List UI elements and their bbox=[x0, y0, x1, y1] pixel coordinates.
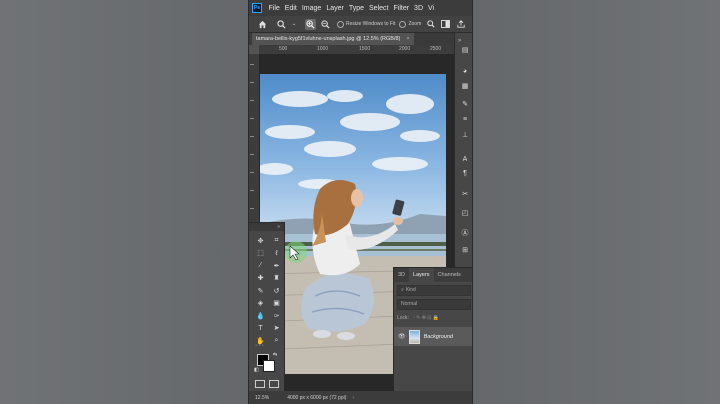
menu-filter[interactable]: Filter bbox=[391, 5, 412, 12]
menu-file[interactable]: File bbox=[266, 5, 282, 12]
path-selection-icon[interactable]: ➤ bbox=[270, 323, 283, 335]
lasso-tool-icon[interactable]: ℓ bbox=[270, 248, 283, 260]
eye-icon[interactable]: 👁 bbox=[398, 333, 406, 340]
close-icon[interactable]: × bbox=[406, 36, 409, 42]
glyphs-icon[interactable]: Ⓐ bbox=[460, 228, 470, 238]
ruler-tick-label: 500 bbox=[279, 46, 288, 52]
swatches-icon[interactable]: ▦ bbox=[460, 81, 470, 91]
menu-image[interactable]: Image bbox=[299, 5, 323, 12]
document-tab-title: tamara-bellis-kyg5f1vluhne-unsplash.jpg … bbox=[256, 36, 401, 42]
photoshop-logo-icon: Ps bbox=[252, 3, 262, 13]
menu-view[interactable]: Vi bbox=[426, 5, 437, 12]
history-icon[interactable]: ▤ bbox=[460, 45, 470, 55]
status-bar: 12.5% 4000 px x 6000 px (72 ppi) › bbox=[249, 391, 472, 404]
background-color-swatch[interactable] bbox=[263, 360, 275, 372]
blend-mode-row: Normal bbox=[397, 298, 471, 310]
brush-settings-icon[interactable]: ✎ bbox=[460, 99, 470, 109]
menu-bar: Ps File Edit Image Layer Type Select Fil… bbox=[249, 0, 472, 16]
menu-3d[interactable]: 3D bbox=[412, 5, 426, 12]
swap-colors-icon[interactable]: ⇆ bbox=[273, 352, 277, 358]
layer-thumbnail bbox=[408, 329, 420, 344]
ruler-tick-label: 2500 bbox=[430, 46, 442, 52]
options-bar: ⌄ Resize Windows to Fit Zoom bbox=[249, 16, 472, 33]
zoom-in-icon[interactable] bbox=[305, 18, 316, 30]
lock-icons[interactable]: ▫ ✎ ✥ ⊡ 🔒 bbox=[413, 315, 439, 321]
tab-layers[interactable]: Layers bbox=[409, 268, 434, 282]
layers-panel: 3D Layers Channels ⌕ Kind Normal Lock: ▫… bbox=[393, 267, 472, 391]
history-brush-icon[interactable]: ↺ bbox=[270, 285, 283, 297]
eraser-tool-icon[interactable]: ◈ bbox=[254, 298, 267, 310]
zoom-all-checkbox[interactable] bbox=[399, 20, 407, 28]
ruler-tick-label: 2000 bbox=[399, 46, 411, 52]
share-icon[interactable] bbox=[455, 19, 466, 30]
resize-windows-label: Resize Windows to Fit bbox=[346, 21, 396, 27]
chevron-right-icon[interactable]: › bbox=[352, 395, 354, 401]
tools-panel-header: » bbox=[249, 223, 284, 231]
layer-filter-kind: Kind bbox=[405, 287, 416, 293]
layer-row[interactable]: 👁 Background bbox=[394, 327, 472, 346]
search-icon[interactable] bbox=[425, 19, 436, 30]
zoom-all-label: Zoom bbox=[408, 21, 422, 27]
lock-row: Lock: ▫ ✎ ✥ ⊡ 🔒 bbox=[397, 312, 471, 324]
quick-mask-icon[interactable] bbox=[255, 380, 265, 388]
tab-channels[interactable]: Channels bbox=[434, 268, 465, 282]
adjustments-icon[interactable]: ≡ bbox=[460, 114, 470, 124]
document-tab-row: tamara-bellis-kyg5f1vluhne-unsplash.jpg … bbox=[249, 33, 472, 45]
blur-tool-icon[interactable]: 💧 bbox=[254, 310, 267, 322]
layer-name: Background bbox=[423, 333, 453, 340]
workspace-icon[interactable] bbox=[440, 19, 451, 30]
layer-filter-row: ⌕ Kind bbox=[397, 284, 471, 296]
home-icon[interactable] bbox=[257, 19, 268, 30]
menu-type[interactable]: Type bbox=[346, 5, 366, 12]
screen-mode-icon[interactable] bbox=[269, 380, 279, 388]
tools-icon[interactable]: ✂ bbox=[460, 189, 470, 199]
pen-tool-icon[interactable]: ✑ bbox=[270, 310, 283, 322]
document-tab[interactable]: tamara-bellis-kyg5f1vluhne-unsplash.jpg … bbox=[252, 33, 414, 45]
tab-3d[interactable]: 3D bbox=[394, 268, 409, 282]
left-backdrop bbox=[0, 0, 248, 404]
magic-wand-icon[interactable]: ⁄ bbox=[254, 260, 267, 272]
color-icon[interactable]: ◕ bbox=[460, 66, 470, 76]
layer-filter-field[interactable]: ⌕ Kind bbox=[397, 284, 471, 296]
zoom-tool-side-icon[interactable]: ⌕ bbox=[270, 335, 283, 347]
navigator-icon[interactable]: ◰ bbox=[460, 208, 470, 218]
properties-icon[interactable]: ⊥ bbox=[460, 130, 470, 140]
gradient-tool-icon[interactable]: ▣ bbox=[270, 298, 283, 310]
resize-windows-checkbox[interactable] bbox=[337, 20, 344, 28]
move-tool-icon[interactable]: ✥ bbox=[254, 235, 267, 247]
healing-brush-icon[interactable]: ✚ bbox=[254, 273, 267, 285]
photoshop-window: Ps File Edit Image Layer Type Select Fil… bbox=[248, 0, 473, 404]
menu-select[interactable]: Select bbox=[367, 5, 391, 12]
document-info[interactable]: 4000 px x 6000 px (72 ppi) bbox=[287, 395, 346, 401]
paragraph-icon[interactable]: ¶ bbox=[460, 168, 470, 178]
eyedropper-icon[interactable]: ✒ bbox=[270, 260, 283, 272]
lock-label: Lock: bbox=[397, 315, 409, 321]
more-tools-icon[interactable]: ··· bbox=[255, 342, 265, 349]
zoom-out-icon[interactable] bbox=[320, 19, 331, 30]
clone-stamp-icon[interactable]: ♜ bbox=[270, 273, 283, 285]
search-icon: ⌕ bbox=[401, 287, 404, 293]
blend-mode-value: Normal bbox=[401, 301, 418, 307]
collapse-icon[interactable]: » bbox=[458, 38, 461, 44]
ruler-tick-label: 1000 bbox=[317, 46, 329, 52]
type-tool-icon[interactable]: T bbox=[254, 323, 267, 335]
right-backdrop bbox=[473, 0, 720, 404]
chevron-down-icon[interactable]: ⌄ bbox=[291, 19, 297, 30]
layers-panel-tabs: 3D Layers Channels bbox=[394, 268, 472, 282]
character-icon[interactable]: A bbox=[460, 154, 470, 164]
zoom-tool-icon[interactable] bbox=[276, 19, 287, 30]
tools-panel: » ✥ ⌗ ⬚ ℓ ⁄ ✒ ✚ ♜ ✎ ↺ ◈ ▣ 💧 ✑ T ➤ ✋ ⌕ ··… bbox=[249, 222, 285, 404]
brush-tool-icon[interactable]: ✎ bbox=[254, 285, 267, 297]
blend-mode-select[interactable]: Normal bbox=[397, 298, 471, 310]
crop-tool-icon[interactable]: ⌗ bbox=[270, 235, 283, 247]
marquee-tool-icon[interactable]: ⬚ bbox=[254, 248, 267, 260]
zoom-level[interactable]: 12.5% bbox=[255, 395, 269, 401]
menu-edit[interactable]: Edit bbox=[282, 5, 299, 12]
libraries-icon[interactable]: ⊞ bbox=[460, 245, 470, 255]
ruler-tick-label: 1500 bbox=[359, 46, 371, 52]
menu-layer[interactable]: Layer bbox=[324, 5, 347, 12]
default-colors-icon[interactable]: ◧ bbox=[254, 367, 259, 373]
